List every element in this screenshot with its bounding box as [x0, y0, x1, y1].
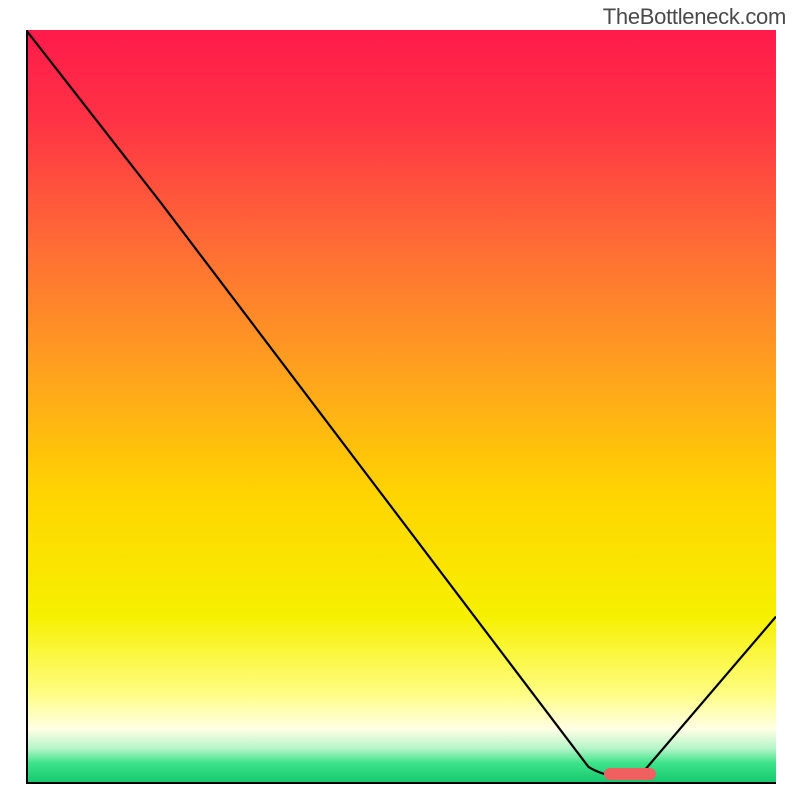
watermark-text: TheBottleneck.com	[603, 4, 786, 30]
plot-area	[26, 30, 776, 782]
x-axis	[26, 782, 776, 784]
chart-container: TheBottleneck.com	[0, 0, 800, 800]
optimal-range-marker	[604, 768, 657, 780]
bottleneck-curve	[26, 30, 776, 782]
y-axis	[26, 30, 28, 782]
